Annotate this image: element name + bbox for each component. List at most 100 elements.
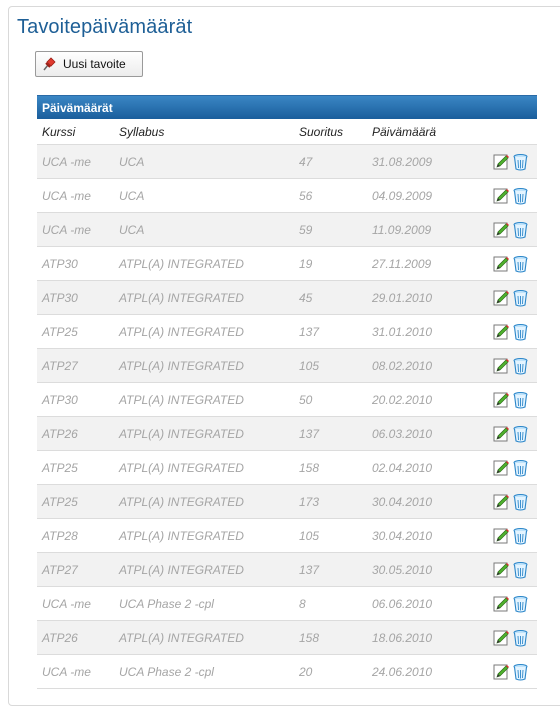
cell-syllabus: UCA: [119, 188, 145, 203]
row-actions: [493, 493, 529, 511]
pencil-icon[interactable]: [493, 221, 510, 239]
table-row: UCA -me UCA 56 04.09.2009: [37, 179, 537, 213]
cell-score: 158: [299, 630, 320, 645]
cell-syllabus: ATPL(A) INTEGRATED: [119, 562, 244, 577]
cell-score: 137: [299, 324, 320, 339]
cell-course: UCA -me: [42, 222, 91, 237]
cell-date: 30.04.2010: [372, 494, 433, 509]
cell-score: 19: [299, 256, 313, 271]
cell-date: 27.11.2009: [372, 256, 432, 271]
row-actions: [493, 425, 529, 443]
pencil-icon[interactable]: [493, 153, 510, 171]
table-row: ATP26 ATPL(A) INTEGRATED 137 06.03.2010: [37, 417, 537, 451]
cell-date: 18.06.2010: [372, 630, 433, 645]
cell-course: ATP27: [42, 358, 78, 373]
cell-syllabus: ATPL(A) INTEGRATED: [119, 426, 244, 441]
trash-icon[interactable]: [512, 527, 529, 545]
row-actions: [493, 187, 529, 205]
trash-icon[interactable]: [512, 221, 529, 239]
cell-date: 08.02.2010: [372, 358, 433, 373]
pushpin-icon: [41, 56, 57, 72]
table-row: ATP25 ATPL(A) INTEGRATED 173 30.04.2010: [37, 485, 537, 519]
page-title: Tavoitepäivämäärät: [17, 16, 193, 38]
trash-icon[interactable]: [512, 323, 529, 341]
cell-score: 137: [299, 562, 320, 577]
cell-course: ATP25: [42, 324, 78, 339]
trash-icon[interactable]: [512, 629, 529, 647]
header-course: Kurssi: [42, 124, 76, 139]
table-body: UCA -me UCA 47 31.08.2009 UCA -me UCA 56…: [37, 145, 537, 689]
cell-score: 137: [299, 426, 320, 441]
cell-score: 47: [299, 154, 313, 169]
trash-icon[interactable]: [512, 187, 529, 205]
header-date: Päivämäärä: [372, 124, 437, 139]
cell-course: UCA -me: [42, 188, 91, 203]
pencil-icon[interactable]: [493, 289, 510, 307]
trash-icon[interactable]: [512, 493, 529, 511]
trash-icon[interactable]: [512, 289, 529, 307]
cell-course: ATP26: [42, 426, 78, 441]
cell-date: 02.04.2010: [372, 460, 433, 475]
row-actions: [493, 221, 529, 239]
trash-icon[interactable]: [512, 255, 529, 273]
row-actions: [493, 595, 529, 613]
trash-icon[interactable]: [512, 153, 529, 171]
trash-icon[interactable]: [512, 595, 529, 613]
row-actions: [493, 629, 529, 647]
cell-syllabus: UCA: [119, 154, 145, 169]
cell-syllabus: UCA: [119, 222, 145, 237]
trash-icon[interactable]: [512, 663, 529, 681]
table-header-row: Kurssi Syllabus Suoritus Päivämäärä: [37, 119, 537, 145]
pencil-icon[interactable]: [493, 663, 510, 681]
new-goal-button[interactable]: Uusi tavoite: [35, 51, 143, 77]
cell-course: UCA -me: [42, 664, 91, 679]
row-actions: [493, 323, 529, 341]
cell-course: ATP25: [42, 494, 78, 509]
cell-syllabus: ATPL(A) INTEGRATED: [119, 392, 244, 407]
pencil-icon[interactable]: [493, 527, 510, 545]
header-syllabus: Syllabus: [119, 124, 165, 139]
pencil-icon[interactable]: [493, 425, 510, 443]
trash-icon[interactable]: [512, 425, 529, 443]
row-actions: [493, 459, 529, 477]
table-row: ATP25 ATPL(A) INTEGRATED 158 02.04.2010: [37, 451, 537, 485]
pencil-icon[interactable]: [493, 595, 510, 613]
cell-score: 45: [299, 290, 313, 305]
cell-score: 50: [299, 392, 313, 407]
cell-syllabus: ATPL(A) INTEGRATED: [119, 630, 244, 645]
table-row: ATP30 ATPL(A) INTEGRATED 19 27.11.2009: [37, 247, 537, 281]
cell-date: 20.02.2010: [372, 392, 433, 407]
cell-syllabus: UCA Phase 2 -cpl: [119, 596, 214, 611]
trash-icon[interactable]: [512, 357, 529, 375]
cell-course: UCA -me: [42, 154, 91, 169]
cell-date: 04.09.2009: [372, 188, 433, 203]
pencil-icon[interactable]: [493, 391, 510, 409]
header-score: Suoritus: [299, 124, 344, 139]
row-actions: [493, 153, 529, 171]
row-actions: [493, 527, 529, 545]
table-row: ATP30 ATPL(A) INTEGRATED 45 29.01.2010: [37, 281, 537, 315]
cell-course: ATP30: [42, 256, 78, 271]
cell-date: 06.03.2010: [372, 426, 433, 441]
table-row: ATP26 ATPL(A) INTEGRATED 158 18.06.2010: [37, 621, 537, 655]
pencil-icon[interactable]: [493, 493, 510, 511]
pencil-icon[interactable]: [493, 255, 510, 273]
pencil-icon[interactable]: [493, 323, 510, 341]
pencil-icon[interactable]: [493, 459, 510, 477]
row-actions: [493, 391, 529, 409]
table-title: Päivämäärät: [37, 95, 537, 119]
cell-date: 30.05.2010: [372, 562, 433, 577]
trash-icon[interactable]: [512, 459, 529, 477]
pencil-icon[interactable]: [493, 629, 510, 647]
row-actions: [493, 357, 529, 375]
pencil-icon[interactable]: [493, 561, 510, 579]
dates-table: Päivämäärät Kurssi Syllabus Suoritus Päi…: [37, 95, 537, 689]
pencil-icon[interactable]: [493, 357, 510, 375]
cell-course: ATP28: [42, 528, 78, 543]
trash-icon[interactable]: [512, 391, 529, 409]
pencil-icon[interactable]: [493, 187, 510, 205]
cell-course: ATP25: [42, 460, 78, 475]
cell-date: 11.09.2009: [372, 222, 432, 237]
table-row: UCA -me UCA 59 11.09.2009: [37, 213, 537, 247]
trash-icon[interactable]: [512, 561, 529, 579]
